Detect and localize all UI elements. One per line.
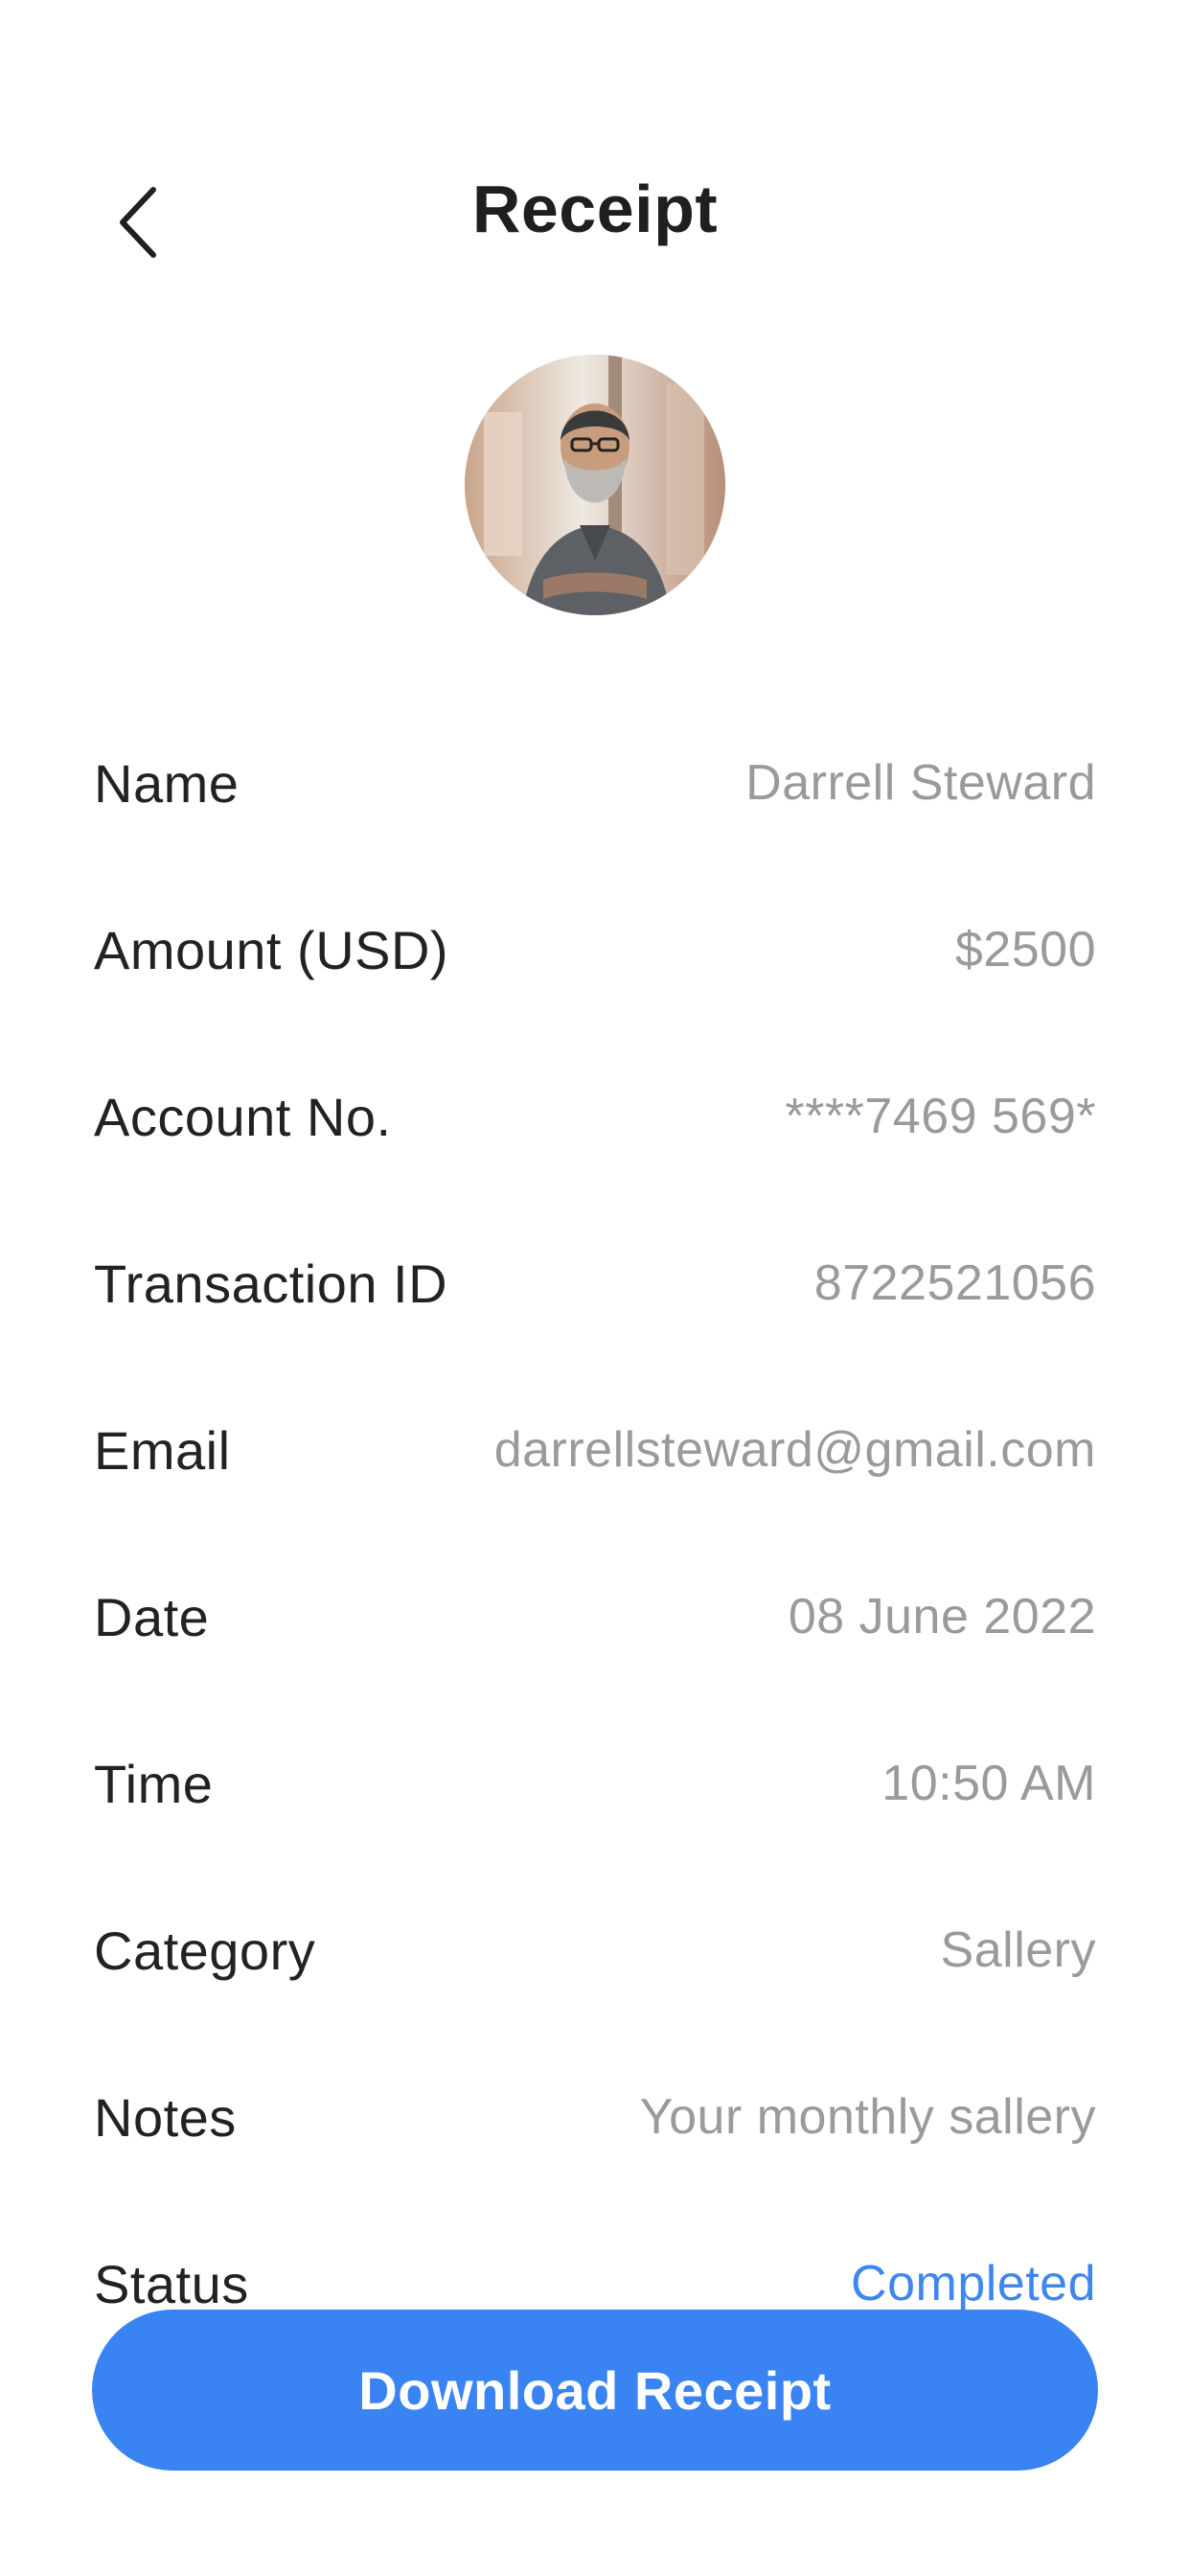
row-label: Time — [94, 1753, 214, 1814]
receipt-row-transaction-id: Transaction ID 8722521056 — [94, 1200, 1096, 1367]
row-value: $2500 — [954, 922, 1096, 978]
row-value: Darrell Steward — [745, 755, 1096, 811]
receipt-row-amount: Amount (USD) $2500 — [94, 866, 1096, 1033]
receipt-row-time: Time 10:50 AM — [94, 1700, 1096, 1867]
row-value: ****7469 569* — [785, 1089, 1096, 1144]
row-label: Amount (USD) — [94, 919, 449, 980]
row-value: 10:50 AM — [881, 1756, 1096, 1811]
row-label: Name — [94, 752, 240, 814]
receipt-row-date: Date 08 June 2022 — [94, 1533, 1096, 1700]
row-value: Your monthly sallery — [639, 2089, 1096, 2145]
row-label: Category — [94, 1920, 316, 1981]
receipt-row-email: Email darrellsteward@gmail.com — [94, 1367, 1096, 1533]
row-label: Transaction ID — [94, 1253, 448, 1314]
row-value: darrellsteward@gmail.com — [493, 1422, 1096, 1478]
row-label: Notes — [94, 2086, 237, 2148]
row-label: Date — [94, 1586, 210, 1647]
receipt-row-notes: Notes Your monthly sallery — [94, 2034, 1096, 2200]
row-value: Sallery — [940, 1922, 1096, 1978]
row-label: Email — [94, 1419, 231, 1481]
download-receipt-button[interactable]: Download Receipt — [92, 2310, 1098, 2471]
receipt-screen: Receipt Name Darrell Steward Amount (USD… — [0, 0, 1190, 2576]
row-value: 8722521056 — [813, 1255, 1096, 1311]
receipt-row-account: Account No. ****7469 569* — [94, 1033, 1096, 1200]
page-title: Receipt — [471, 172, 719, 246]
receipt-row-name: Name Darrell Steward — [94, 700, 1096, 866]
receipt-details: Name Darrell Steward Amount (USD) $2500 … — [94, 700, 1096, 2367]
row-value: 08 June 2022 — [788, 1589, 1096, 1644]
status-badge: Completed — [851, 2256, 1096, 2312]
receipt-row-category: Category Sallery — [94, 1867, 1096, 2034]
row-label: Account No. — [94, 1086, 392, 1147]
header: Receipt — [0, 144, 1190, 297]
row-label: Status — [94, 2253, 249, 2314]
user-avatar-photo — [465, 355, 725, 615]
avatar — [465, 355, 725, 615]
